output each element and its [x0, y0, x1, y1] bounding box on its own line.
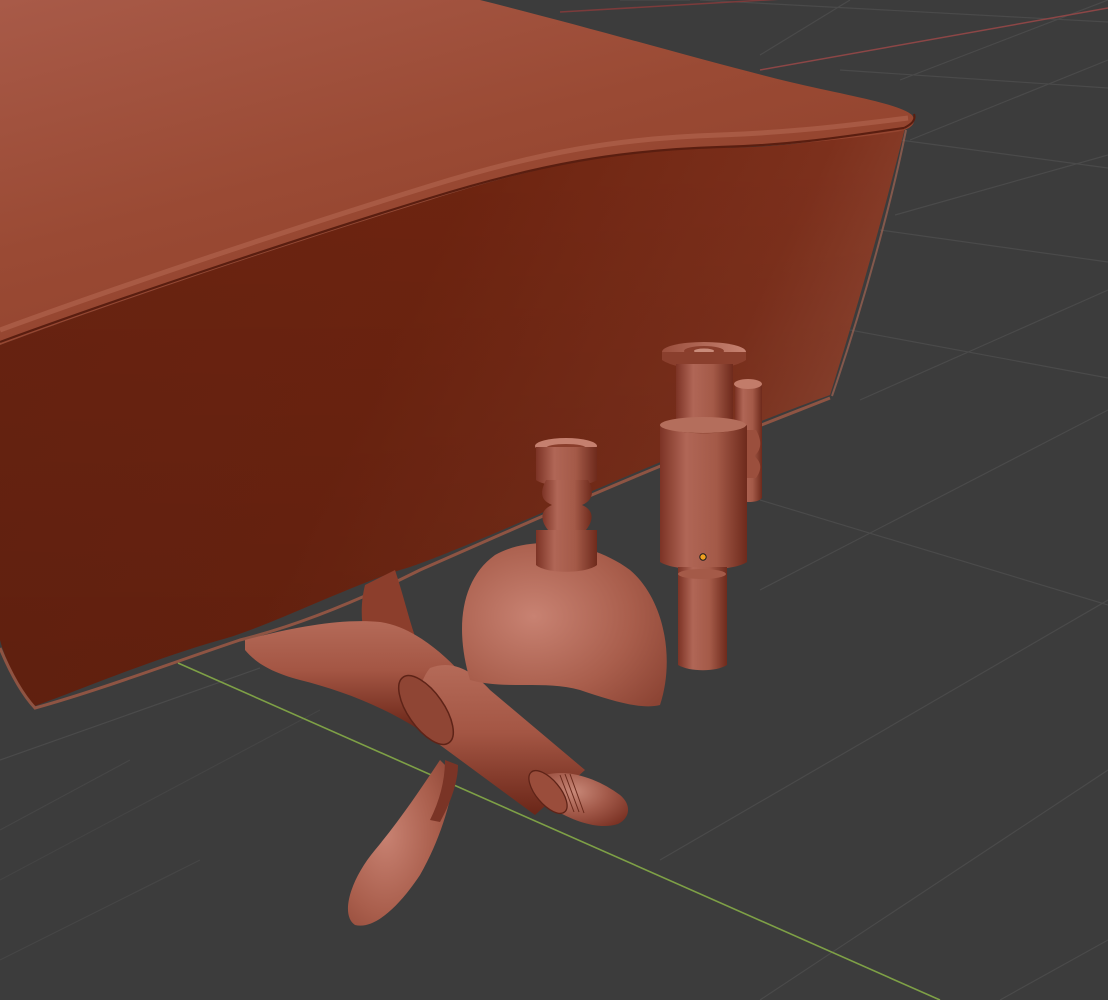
stern-fitting-base	[536, 530, 597, 572]
rudder-post-lower-ring	[678, 569, 726, 579]
rudder-post-body-top	[660, 417, 746, 433]
rudder-post-lower	[678, 567, 727, 671]
3d-viewport[interactable]	[0, 0, 1108, 1000]
viewport-scene[interactable]	[0, 0, 1108, 1000]
rear-fitting-top	[734, 379, 762, 389]
object-origin-marker[interactable]	[699, 553, 707, 561]
rudder-post-body	[660, 425, 747, 570]
